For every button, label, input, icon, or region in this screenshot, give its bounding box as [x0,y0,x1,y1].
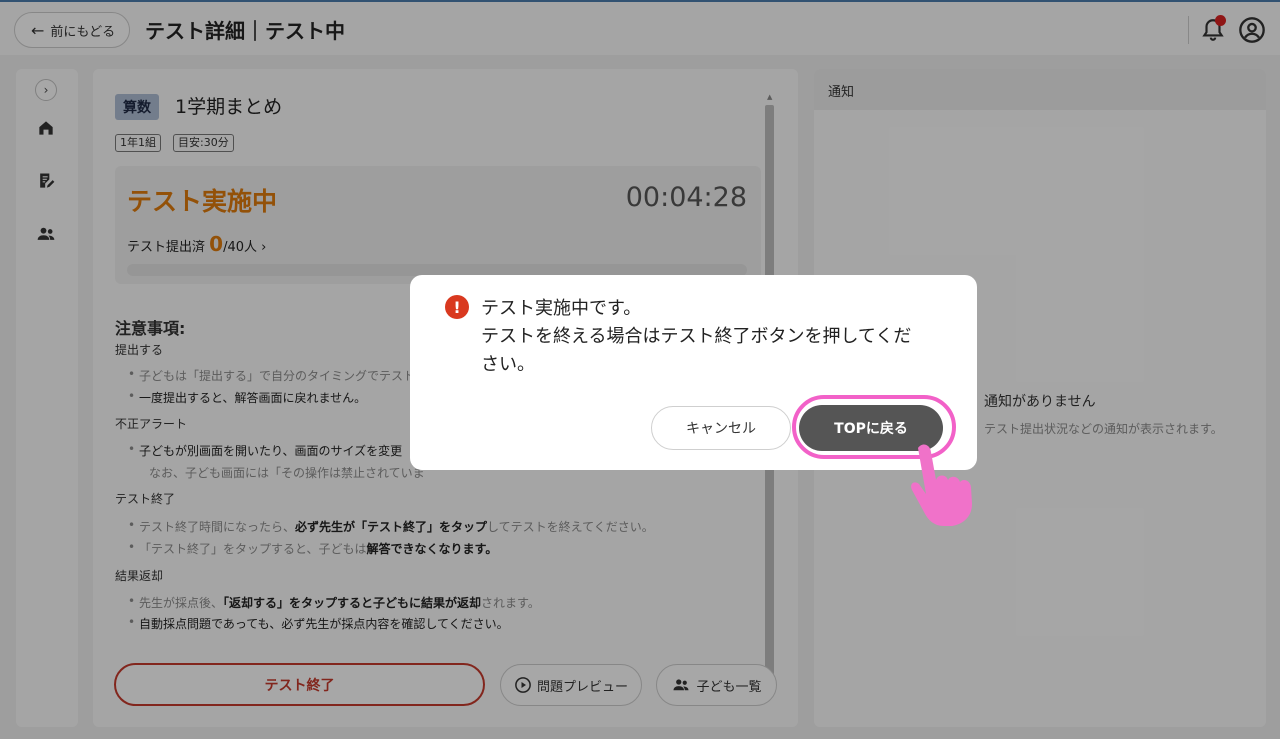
dialog-message-line: テスト実施中です。 [481,298,642,319]
pointing-hand-icon [911,444,972,526]
warning-icon: ! [445,295,469,319]
confirm-dialog: ! テスト実施中です。 テストを終える場合はテスト終了ボタンを押してくだ さい。… [410,275,977,470]
cancel-button[interactable]: キャンセル [651,406,791,450]
dialog-message-line: さい。 [481,354,535,375]
dialog-message-line: テストを終える場合はテスト終了ボタンを押してくだ [481,326,912,347]
